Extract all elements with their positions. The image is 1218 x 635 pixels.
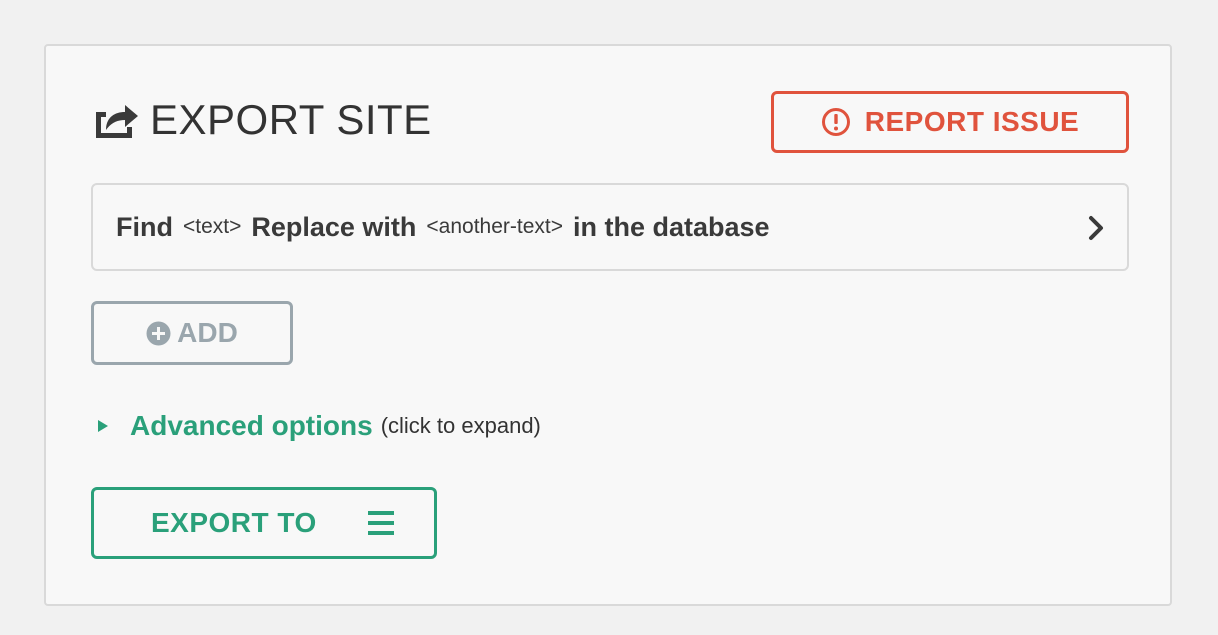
triangle-right-icon xyxy=(98,420,108,432)
chevron-right-icon xyxy=(1089,216,1103,240)
export-site-panel: EXPORT SITE REPORT ISSUE Find <text> Rep… xyxy=(44,44,1172,606)
export-to-label: EXPORT TO xyxy=(151,507,317,538)
replace-value: <another-text> xyxy=(426,215,564,238)
export-to-button[interactable]: EXPORT TO xyxy=(91,487,437,559)
add-button[interactable]: ADD xyxy=(91,301,293,365)
report-issue-label: REPORT ISSUE xyxy=(864,106,1080,137)
add-label: ADD xyxy=(177,317,238,348)
alert-circle-icon xyxy=(821,108,850,136)
advanced-options-link[interactable]: Advanced options xyxy=(130,410,373,442)
page-title: EXPORT SITE xyxy=(92,96,432,144)
report-issue-button[interactable]: REPORT ISSUE xyxy=(771,91,1129,153)
plus-circle-icon xyxy=(146,321,171,345)
replace-suffix: in the database xyxy=(573,211,770,242)
advanced-options-toggle[interactable]: Advanced options (click to expand) xyxy=(98,408,541,444)
find-replace-row[interactable]: Find <text> Replace with <another-text> … xyxy=(91,183,1129,271)
find-value: <text> xyxy=(182,215,242,238)
find-label: Find xyxy=(116,211,173,242)
advanced-options-hint: (click to expand) xyxy=(380,413,541,438)
replace-label: Replace with xyxy=(251,211,417,242)
share-export-icon xyxy=(96,105,138,138)
title-text: EXPORT SITE xyxy=(150,96,432,143)
hamburger-menu-icon xyxy=(368,511,394,535)
